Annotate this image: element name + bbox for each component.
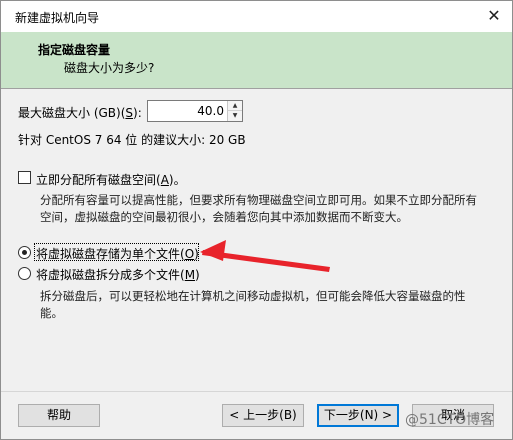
next-button[interactable]: 下一步(N) > [317,404,399,427]
back-button[interactable]: < 上一步(B) [222,404,304,427]
allocate-description: 分配所有容量可以提高性能，但要求所有物理磁盘空间立即可用。如果不立即分配所有 空… [40,192,477,226]
multi-file-radio[interactable] [18,267,31,280]
page-title: 指定磁盘容量 [38,43,111,57]
multi-file-description: 拆分磁盘后，可以更轻松地在计算机之间移动虚拟机，但可能会降低大容量磁盘的性 能。 [40,288,466,322]
help-button[interactable]: 帮助 [18,404,100,427]
allocate-desc-line1: 分配所有容量可以提高性能，但要求所有物理磁盘空间立即可用。如果不立即分配所有 [40,193,477,207]
disk-size-spinbox[interactable]: 40.0 ▲ ▼ [147,100,243,122]
footer-divider [1,391,512,392]
single-file-label-suffix: ) [194,247,199,261]
single-file-label[interactable]: 将虚拟磁盘存储为单个文件(O) [36,245,199,262]
multi-file-label-key: M [184,268,196,282]
allocate-all-label[interactable]: 立即分配所有磁盘空间(A)。 [36,171,186,188]
disk-size-label-suffix: ): [133,106,142,120]
single-file-label-key: O [184,247,195,261]
allocate-desc-line2: 空间，虚拟磁盘的空间最初很小，会随着您向其中添加数据而不断变大。 [40,210,408,224]
single-file-radio[interactable] [18,246,31,259]
multi-file-label[interactable]: 将虚拟磁盘拆分成多个文件(M) [36,266,200,283]
disk-size-label: 最大磁盘大小 (GB)(S): [18,104,142,121]
wizard-header: 指定磁盘容量 磁盘大小为多少? [1,32,512,89]
disk-size-label-prefix: 最大磁盘大小 (GB)( [18,106,126,120]
multi-file-desc-line2: 能。 [40,306,63,320]
close-icon[interactable]: ✕ [482,4,506,28]
recommended-size-text: 针对 CentOS 7 64 位 的建议大小: 20 GB [18,133,246,147]
allocate-all-checkbox[interactable] [18,171,31,184]
watermark: @51CTO博客 [405,412,495,428]
spin-buttons: ▲ ▼ [227,101,242,121]
multi-file-label-suffix: ) [195,268,200,282]
wizard-window: 新建虚拟机向导 ✕ 指定磁盘容量 磁盘大小为多少? 最大磁盘大小 (GB)(S)… [0,0,513,440]
allocate-label-prefix: 立即分配所有磁盘空间( [36,173,161,187]
allocate-label-key: A [160,173,169,187]
disk-size-value[interactable]: 40.0 [197,104,224,118]
single-file-label-prefix: 将虚拟磁盘存储为单个文件( [36,247,185,261]
multi-file-desc-line1: 拆分磁盘后，可以更轻松地在计算机之间移动虚拟机，但可能会降低大容量磁盘的性 [40,289,466,303]
multi-file-label-prefix: 将虚拟磁盘拆分成多个文件( [36,268,185,282]
page-subtitle: 磁盘大小为多少? [64,61,155,75]
radio-selected-dot [22,250,27,255]
title-bar: 新建虚拟机向导 ✕ [1,1,512,32]
window-title: 新建虚拟机向导 [15,11,100,25]
disk-size-label-key: S [125,106,134,120]
spin-up-icon[interactable]: ▲ [228,101,242,111]
spin-down-icon[interactable]: ▼ [228,111,242,121]
allocate-label-suffix: )。 [168,173,186,187]
